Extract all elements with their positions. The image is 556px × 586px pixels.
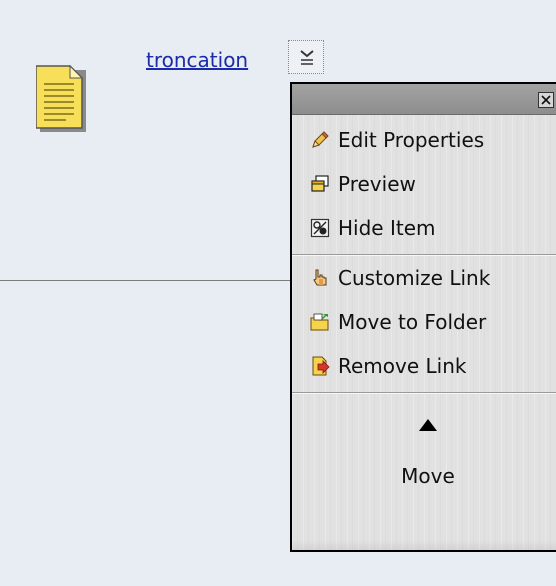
- menu-separator: [292, 392, 556, 394]
- menu-item-label: Remove Link: [338, 354, 467, 378]
- chevron-down-icon: [300, 50, 314, 65]
- item-menu-toggle-button[interactable]: [288, 40, 324, 74]
- menu-titlebar: [292, 84, 556, 115]
- hand-pointer-icon: [313, 269, 327, 286]
- preview-menu-item[interactable]: Preview: [292, 166, 556, 202]
- item-divider: [0, 280, 296, 281]
- remove-link-menu-item[interactable]: Remove Link: [292, 348, 556, 384]
- menu-bottom-edge: [292, 540, 556, 550]
- folder-move-icon: [310, 313, 329, 331]
- item-context-menu: Edit Properties Preview Hide Item Custom…: [290, 82, 556, 552]
- close-icon[interactable]: [538, 92, 554, 108]
- customize-link-menu-item[interactable]: Customize Link: [292, 260, 556, 296]
- item-link[interactable]: troncation: [146, 48, 248, 72]
- menu-item-label: Hide Item: [338, 216, 436, 240]
- window-icon: [311, 175, 329, 192]
- menu-separator: [292, 254, 556, 256]
- hide-icon: [310, 218, 330, 238]
- document-icon[interactable]: [35, 62, 112, 142]
- menu-item-label: Preview: [338, 172, 416, 196]
- move-to-folder-menu-item[interactable]: Move to Folder: [292, 304, 556, 340]
- move-label[interactable]: Move: [292, 464, 556, 488]
- menu-item-label: Move to Folder: [338, 310, 487, 334]
- edit-properties-menu-item[interactable]: Edit Properties: [292, 122, 556, 158]
- menu-item-label: Edit Properties: [338, 128, 485, 152]
- pencil-icon: [312, 131, 329, 148]
- hide-item-menu-item[interactable]: Hide Item: [292, 210, 556, 246]
- remove-link-icon: [312, 356, 330, 376]
- menu-item-label: Customize Link: [338, 266, 491, 290]
- up-arrow-icon[interactable]: [418, 418, 438, 432]
